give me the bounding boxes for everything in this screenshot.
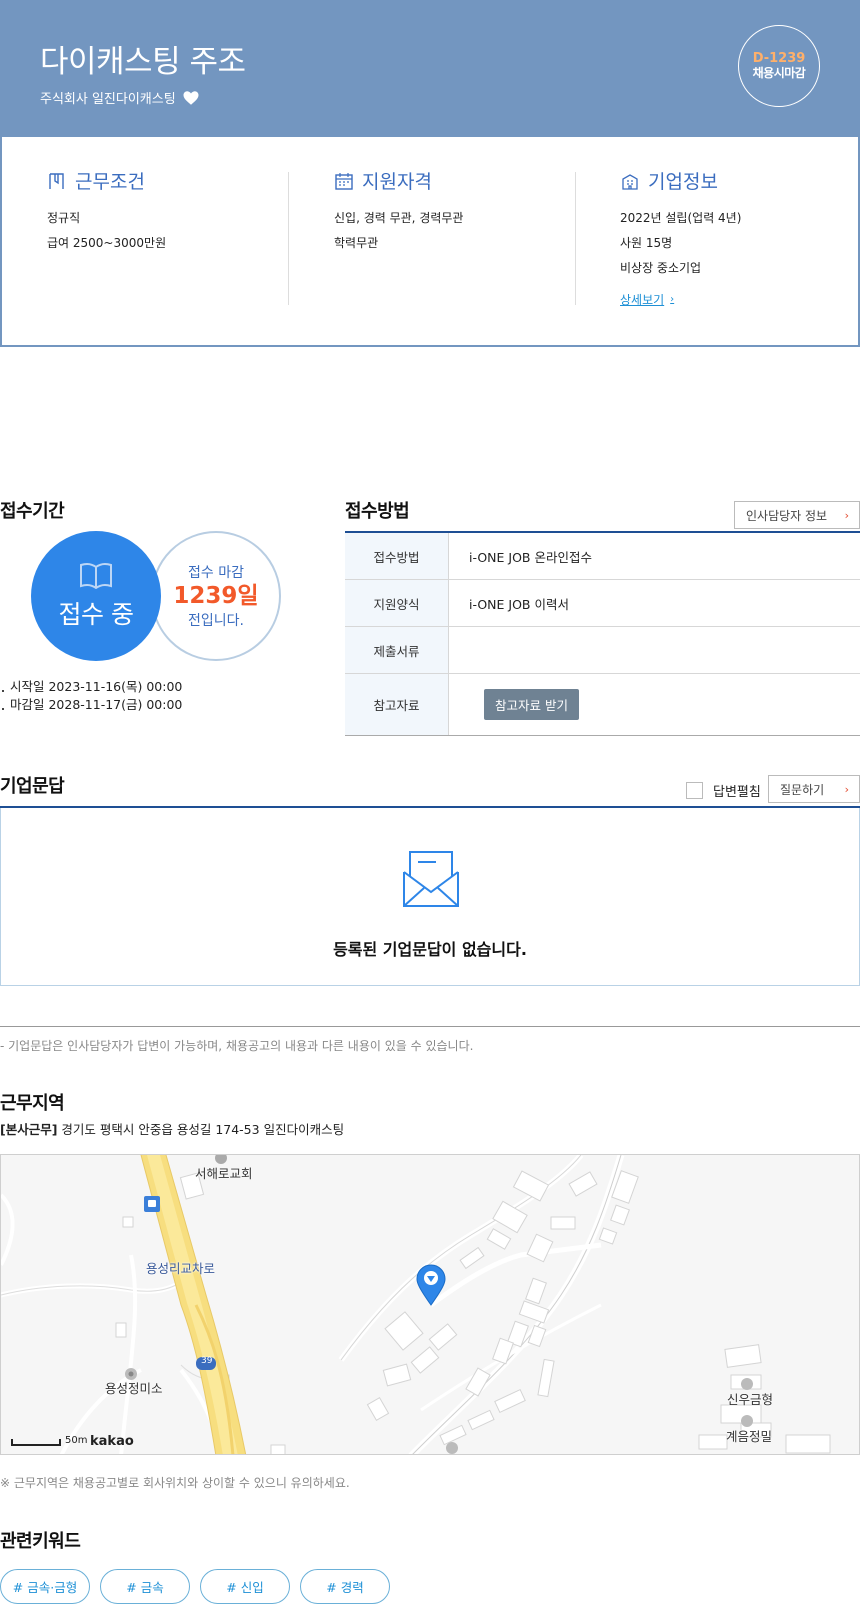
- remaining-days: 1239일: [173, 583, 259, 609]
- door-icon: [49, 172, 64, 189]
- location-map[interactable]: 서해로교회 용성리교차로 용성정미소 신우금형 계음정밀 39 50m kaka…: [0, 1154, 860, 1455]
- work-condition-line: 정규직: [47, 211, 81, 225]
- building-icon: [622, 173, 638, 190]
- qualification-column: 지원자격 신입, 경력 무관, 경력무관 학력무관: [334, 167, 463, 256]
- dday-badge: D-1239 채용시마감: [738, 25, 820, 107]
- dday-count: D-1239: [752, 51, 806, 66]
- map-label: 용성리교차로: [146, 1261, 216, 1276]
- job-title: 다이캐스팅 주조: [40, 44, 246, 80]
- envelope-icon: [403, 851, 459, 907]
- route-number: 39: [201, 1356, 213, 1366]
- hr-contact-label: 인사담당자 정보: [746, 508, 828, 523]
- location-title: 근무지역: [0, 1093, 65, 1114]
- remaining-days-circle: 접수 마감 1239일 전입니다.: [151, 531, 281, 661]
- job-header: 다이캐스팅 주조 주식회사 일진다이캐스팅 D-1239 채용시마감: [0, 0, 860, 137]
- company-name[interactable]: 주식회사 일진다이캐스팅: [40, 88, 176, 107]
- method-key: 접수방법: [345, 533, 449, 579]
- expand-answers-toggle[interactable]: 답변펼침: [686, 781, 761, 800]
- map-label: 서해로교회: [195, 1166, 253, 1181]
- start-date: 시작일 2023-11-16(목) 00:00: [0, 678, 182, 696]
- column-divider: [288, 172, 289, 305]
- keyword-tag[interactable]: # 금속: [100, 1569, 190, 1604]
- application-status-circle: 접수 중: [31, 531, 161, 661]
- remaining-suffix: 전입니다.: [188, 613, 244, 629]
- ask-question-button[interactable]: 질문하기 ›: [768, 775, 860, 803]
- table-row: 제출서류: [345, 627, 860, 674]
- company-detail-link[interactable]: 상세보기 ›: [620, 291, 674, 308]
- application-status: 접수 중: [58, 600, 134, 629]
- qna-title: 기업문답: [0, 776, 65, 797]
- map-brand: kakao: [90, 1434, 134, 1449]
- work-address: [본사근무] 경기도 평택시 안중읍 용성길 174-53 일진다이캐스팅: [0, 1119, 344, 1138]
- ask-question-label: 질문하기: [780, 782, 825, 797]
- qna-empty-message: 등록된 기업문답이 없습니다.: [333, 940, 527, 959]
- calendar-icon: [335, 172, 353, 190]
- company-info-title: 기업정보: [648, 171, 718, 193]
- method-key: 제출서류: [345, 627, 449, 673]
- keyword-tag[interactable]: # 경력: [300, 1569, 390, 1604]
- application-dates: 시작일 2023-11-16(목) 00:00 마감일 2028-11-17(금…: [0, 678, 182, 714]
- chevron-right-icon: ›: [670, 294, 675, 305]
- job-summary-box: 근무조건 정규직 급여 2500~3000만원 지원자격 신입, 경력 무관, …: [0, 137, 860, 347]
- qualification-title: 지원자격: [362, 171, 432, 193]
- address-text: 경기도 평택시 안중읍 용성길 174-53 일진다이캐스팅: [61, 1122, 345, 1137]
- map-label: 용성정미소: [105, 1381, 163, 1396]
- remaining-prefix: 접수 마감: [188, 565, 244, 581]
- company-detail-label: 상세보기: [620, 293, 665, 307]
- method-key: 지원양식: [345, 580, 449, 626]
- reference-download-button[interactable]: 참고자료 받기: [484, 689, 579, 720]
- method-value: i-ONE JOB 온라인접수: [469, 549, 592, 565]
- expand-answers-label: 답변펼침: [713, 785, 761, 800]
- scale-bar: [11, 1439, 61, 1446]
- work-condition-line: 급여 2500~3000만원: [47, 236, 167, 250]
- period-title: 접수기간: [0, 501, 65, 522]
- table-row: 참고자료 참고자료 받기: [345, 674, 860, 736]
- table-row: 지원양식 i-ONE JOB 이력서: [345, 580, 860, 627]
- scale-label: 50m: [65, 1435, 88, 1446]
- keywords-title: 관련키워드: [0, 1531, 81, 1552]
- qualification-line: 신입, 경력 무관, 경력무관: [334, 211, 464, 225]
- column-divider: [575, 172, 576, 305]
- open-book-icon: [80, 562, 112, 589]
- dday-status: 채용시마감: [752, 66, 806, 80]
- company-info-column: 기업정보 2022년 설립(업력 4년) 사원 15명 비상장 중소기업 상세보…: [620, 167, 741, 308]
- method-title: 접수방법: [345, 501, 410, 522]
- company-info-line: 비상장 중소기업: [620, 261, 702, 275]
- work-condition-column: 근무조건 정규직 급여 2500~3000만원: [47, 167, 166, 256]
- method-value: [449, 627, 860, 673]
- hr-contact-button[interactable]: 인사담당자 정보 ›: [734, 501, 860, 529]
- qna-note: - 기업문답은 인사담당자가 답변이 가능하며, 채용공고의 내용과 다른 내용…: [0, 1039, 474, 1053]
- method-value: i-ONE JOB 이력서: [469, 596, 569, 612]
- keyword-tag[interactable]: # 금속·금형: [0, 1569, 90, 1604]
- map-scale: 50m: [11, 1435, 87, 1446]
- chevron-right-icon: ›: [844, 508, 849, 522]
- qna-note-divider: [0, 1026, 860, 1027]
- method-key: 참고자료: [345, 674, 449, 735]
- company-name-row: 주식회사 일진다이캐스팅: [40, 88, 200, 107]
- heart-icon[interactable]: [182, 89, 200, 107]
- map-canvas[interactable]: [1, 1155, 860, 1455]
- company-info-line: 2022년 설립(업력 4년): [620, 211, 742, 225]
- qna-empty-box: 등록된 기업문답이 없습니다.: [0, 808, 860, 986]
- map-label: 계음정밀: [726, 1429, 773, 1444]
- location-note: ※ 근무지역은 채용공고별로 회사위치와 상이할 수 있으니 유의하세요.: [0, 1476, 350, 1490]
- end-date: 마감일 2028-11-17(금) 00:00: [0, 696, 182, 714]
- method-table: 접수방법 i-ONE JOB 온라인접수 지원양식 i-ONE JOB 이력서 …: [345, 531, 860, 736]
- table-row: 접수방법 i-ONE JOB 온라인접수: [345, 533, 860, 580]
- qualification-line: 학력무관: [334, 236, 379, 250]
- keyword-list: # 금속·금형 # 금속 # 신입 # 경력: [0, 1569, 390, 1604]
- map-label: 신우금형: [727, 1392, 774, 1407]
- method-value: 참고자료 받기: [449, 674, 860, 735]
- company-info-line: 사원 15명: [620, 236, 673, 250]
- work-condition-title: 근무조건: [75, 171, 145, 193]
- chevron-right-icon: ›: [844, 782, 849, 796]
- keyword-tag[interactable]: # 신입: [200, 1569, 290, 1604]
- address-tag: [본사근무]: [0, 1122, 58, 1137]
- expand-answers-checkbox[interactable]: [686, 782, 703, 799]
